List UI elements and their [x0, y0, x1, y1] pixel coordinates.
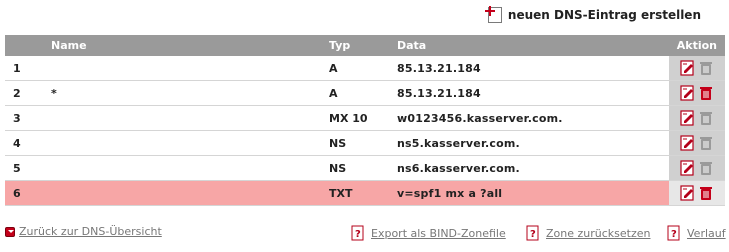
- row-data: ns6.kasserver.com.: [389, 155, 669, 181]
- row-name: [43, 180, 321, 206]
- col-type: Typ: [321, 35, 389, 56]
- new-dns-entry-link[interactable]: neuen DNS-Eintrag erstellen: [484, 6, 701, 23]
- row-id: 1: [5, 56, 43, 81]
- history-label: Verlauf: [687, 226, 726, 240]
- reset-label: Zone zurücksetzen: [546, 226, 651, 240]
- history-link[interactable]: ? Verlauf: [665, 225, 726, 241]
- edit-icon[interactable]: [680, 110, 696, 126]
- back-to-dns-overview-link[interactable]: Zurück zur DNS-Übersicht: [5, 225, 162, 238]
- row-type: NS: [321, 155, 389, 181]
- document-question-icon: ?: [351, 225, 364, 241]
- export-bind-zonefile-link[interactable]: ? Export als BIND-Zonefile: [349, 225, 506, 241]
- edit-icon[interactable]: [680, 160, 696, 176]
- row-actions: [668, 180, 725, 206]
- table-row: 5 NS ns6.kasserver.com.: [5, 155, 725, 181]
- row-name: *: [43, 80, 321, 106]
- row-type: MX 10: [321, 105, 389, 131]
- row-name: [43, 130, 321, 156]
- delete-icon[interactable]: [698, 135, 714, 151]
- row-data: w0123456.kasserver.com.: [389, 105, 669, 131]
- col-action: Aktion: [668, 35, 725, 56]
- export-label: Export als BIND-Zonefile: [371, 226, 506, 240]
- col-name: Name: [43, 35, 321, 56]
- delete-icon[interactable]: [698, 185, 714, 201]
- table-row: 6 TXT v=spf1 mx a ?all: [5, 180, 725, 206]
- row-name: [43, 105, 321, 131]
- row-actions: [668, 80, 725, 106]
- row-data: ns5.kasserver.com.: [389, 130, 669, 156]
- back-label: Zurück zur DNS-Übersicht: [19, 225, 162, 238]
- row-id: 6: [5, 180, 43, 206]
- edit-icon[interactable]: [680, 135, 696, 151]
- new-dns-entry-label: neuen DNS-Eintrag erstellen: [507, 8, 701, 22]
- row-data: 85.13.21.184: [389, 80, 669, 106]
- row-type: NS: [321, 130, 389, 156]
- svg-text:?: ?: [530, 229, 536, 240]
- row-type: TXT: [321, 180, 389, 206]
- row-name: [43, 56, 321, 81]
- add-document-icon: [484, 6, 502, 23]
- delete-icon[interactable]: [698, 160, 714, 176]
- row-actions: [668, 105, 725, 131]
- table-header-row: Name Typ Data Aktion: [5, 35, 725, 56]
- row-id: 3: [5, 105, 43, 131]
- row-actions: [668, 130, 725, 156]
- svg-text:?: ?: [671, 229, 677, 240]
- row-data: 85.13.21.184: [389, 56, 669, 81]
- delete-icon[interactable]: [698, 110, 714, 126]
- row-id: 5: [5, 155, 43, 181]
- row-type: A: [321, 80, 389, 106]
- edit-icon[interactable]: [680, 60, 696, 76]
- back-arrow-icon: [5, 226, 15, 237]
- edit-icon[interactable]: [680, 185, 696, 201]
- delete-icon[interactable]: [698, 60, 714, 76]
- table-row: 1 A 85.13.21.184: [5, 56, 725, 81]
- col-id: [5, 35, 43, 56]
- svg-text:?: ?: [355, 229, 361, 240]
- table-row: 2 * A 85.13.21.184: [5, 80, 725, 106]
- table-row: 4 NS ns5.kasserver.com.: [5, 130, 725, 156]
- document-question-icon: ?: [526, 225, 539, 241]
- delete-icon[interactable]: [698, 85, 714, 101]
- row-data: v=spf1 mx a ?all: [389, 180, 669, 206]
- col-data: Data: [389, 35, 669, 56]
- row-name: [43, 155, 321, 181]
- edit-icon[interactable]: [680, 85, 696, 101]
- row-actions: [668, 155, 725, 181]
- table-row: 3 MX 10 w0123456.kasserver.com.: [5, 105, 725, 131]
- row-id: 2: [5, 80, 43, 106]
- row-actions: [668, 56, 725, 81]
- dns-table: Name Typ Data Aktion 1 A 85.13.21.184 2 * A 85…: [5, 35, 725, 206]
- row-id: 4: [5, 130, 43, 156]
- reset-zone-link[interactable]: ? Zone zurücksetzen: [524, 225, 650, 241]
- row-type: A: [321, 56, 389, 81]
- document-question-icon: ?: [667, 225, 680, 241]
